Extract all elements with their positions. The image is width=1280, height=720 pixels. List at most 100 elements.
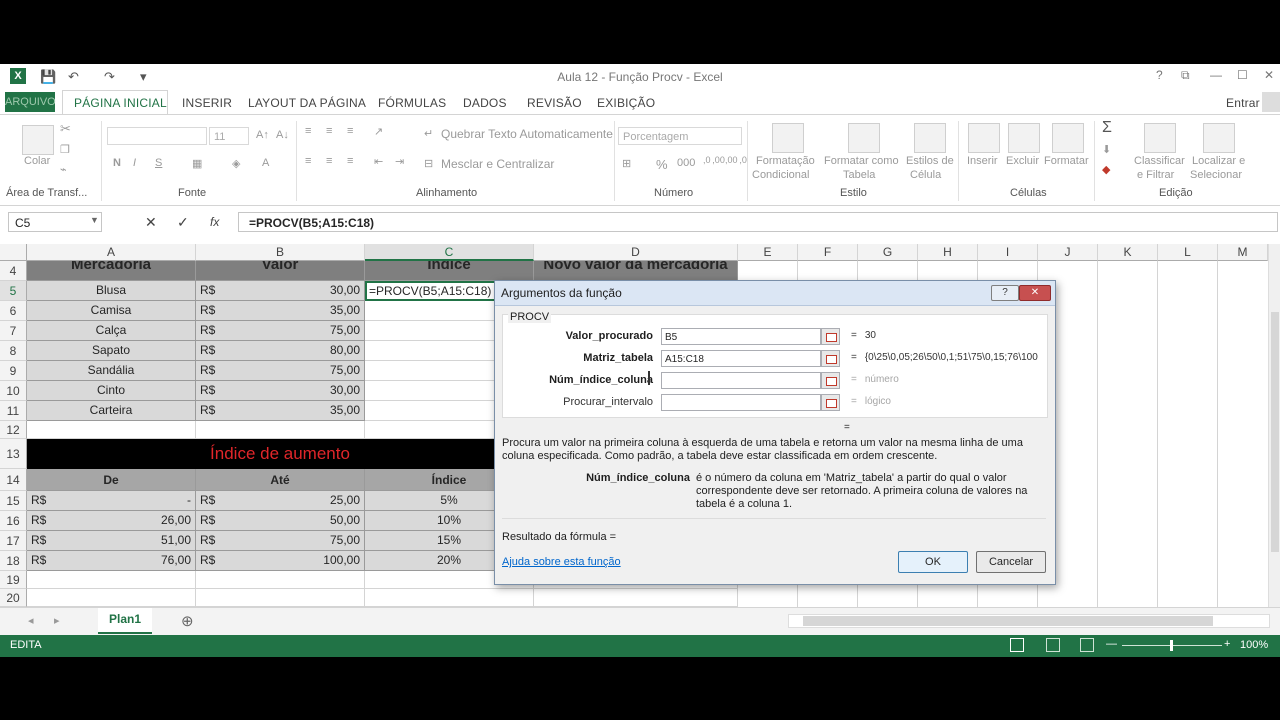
product-name-cell[interactable]: Blusa: [27, 281, 196, 301]
collapse-dialog-icon[interactable]: [821, 328, 840, 345]
maximize-button[interactable]: ☐: [1237, 68, 1248, 82]
product-currency-cell[interactable]: R$: [196, 301, 236, 321]
to-currency-cell[interactable]: R$: [196, 551, 236, 571]
borders-icon[interactable]: ▦: [192, 157, 202, 170]
copy-icon[interactable]: ❐: [60, 143, 70, 156]
from-currency-cell[interactable]: R$: [27, 531, 67, 551]
paste-icon[interactable]: [22, 125, 54, 155]
row-header-4[interactable]: 4: [0, 261, 27, 281]
clear-icon[interactable]: ◆: [1102, 163, 1110, 176]
product-name-cell[interactable]: Sapato: [27, 341, 196, 361]
empty-cell[interactable]: [534, 589, 738, 607]
conditional-format-icon[interactable]: [772, 123, 804, 153]
merge-center-icon[interactable]: ⊟: [424, 157, 433, 170]
align-right-icon[interactable]: ≡: [347, 155, 353, 167]
header-ate[interactable]: Até: [196, 469, 365, 491]
product-currency-cell[interactable]: R$: [196, 281, 236, 301]
to-value-cell[interactable]: 25,00: [236, 491, 365, 511]
cut-icon[interactable]: ✂: [60, 121, 71, 137]
product-value-cell[interactable]: 75,00: [236, 321, 365, 341]
header-novo-valor[interactable]: Novo valor da mercadoria: [534, 261, 738, 281]
column-header-h[interactable]: H: [918, 244, 978, 261]
close-button[interactable]: ✕: [1264, 68, 1274, 82]
row-header-18[interactable]: 18: [0, 551, 27, 571]
row-header-13[interactable]: 13: [0, 439, 27, 469]
page-layout-view-icon[interactable]: [1046, 638, 1060, 652]
sort-filter-line2[interactable]: e Filtrar: [1137, 169, 1174, 181]
format-table-icon[interactable]: [848, 123, 880, 153]
thousands-button[interactable]: 000: [677, 157, 695, 169]
from-currency-cell[interactable]: R$: [27, 491, 67, 511]
font-name-combo[interactable]: [107, 127, 207, 145]
ribbon-display-icon[interactable]: ⧉: [1181, 68, 1190, 83]
zoom-in-icon[interactable]: +: [1224, 638, 1230, 650]
format-table-line2[interactable]: Tabela: [843, 169, 875, 181]
arg-input-procurar-intervalo[interactable]: [661, 394, 821, 411]
collapse-dialog-icon[interactable]: [821, 372, 840, 389]
column-header-e[interactable]: E: [738, 244, 798, 261]
tab-data[interactable]: DADOS: [463, 96, 507, 110]
tab-formulas[interactable]: FÓRMULAS: [378, 96, 446, 110]
help-icon[interactable]: ?: [1156, 68, 1163, 82]
row-header-6[interactable]: 6: [0, 301, 27, 321]
header-de[interactable]: De: [27, 469, 196, 491]
column-header-g[interactable]: G: [858, 244, 918, 261]
product-name-cell[interactable]: Camisa: [27, 301, 196, 321]
vertical-scrollbar[interactable]: [1268, 244, 1280, 607]
sign-in-link[interactable]: Entrar: [1226, 96, 1260, 110]
empty-cell[interactable]: [365, 589, 534, 607]
increase-table-title[interactable]: Índice de aumento: [27, 439, 534, 469]
product-index-cell[interactable]: [365, 341, 496, 361]
merge-center-button[interactable]: Mesclar e Centralizar: [441, 157, 554, 171]
cell-styles-line2[interactable]: Célula: [910, 169, 941, 181]
tab-file[interactable]: ARQUIVO: [5, 92, 56, 112]
header-mercadoria[interactable]: Mercadoria: [27, 261, 196, 281]
dialog-title-bar[interactable]: Argumentos da função ? ✕: [495, 281, 1055, 306]
from-currency-cell[interactable]: R$: [27, 511, 67, 531]
tab-page-layout[interactable]: LAYOUT DA PÁGINA: [248, 96, 366, 110]
name-box-dropdown-icon[interactable]: ▼: [90, 215, 99, 225]
minimize-button[interactable]: —: [1210, 68, 1222, 82]
column-header-j[interactable]: J: [1038, 244, 1098, 261]
align-bottom-icon[interactable]: ≡: [347, 125, 353, 137]
header-indice[interactable]: Índice: [365, 261, 534, 281]
column-header-a[interactable]: A: [27, 244, 196, 261]
prev-sheet-icon[interactable]: ◂: [28, 614, 34, 627]
formula-input[interactable]: =PROCV(B5;A15:C18): [238, 212, 1278, 232]
cancel-button[interactable]: Cancelar: [976, 551, 1046, 573]
conditional-format-line1[interactable]: Formatação: [756, 155, 815, 167]
product-name-cell[interactable]: Cinto: [27, 381, 196, 401]
fill-icon[interactable]: ⬇: [1102, 143, 1111, 156]
percent-button[interactable]: %: [656, 157, 668, 172]
insert-cells-button[interactable]: Inserir: [967, 155, 998, 167]
sheet-tab-plan1[interactable]: Plan1: [98, 608, 152, 634]
font-size-combo[interactable]: 11: [209, 127, 249, 145]
to-value-cell[interactable]: 50,00: [236, 511, 365, 531]
tab-insert[interactable]: INSERIR: [182, 96, 232, 110]
ok-button[interactable]: OK: [898, 551, 968, 573]
tab-home[interactable]: PÁGINA INICIAL: [74, 96, 167, 110]
empty-cell[interactable]: [196, 421, 365, 439]
orientation-icon[interactable]: ↗: [374, 125, 383, 138]
product-currency-cell[interactable]: R$: [196, 401, 236, 421]
row-header-15[interactable]: 15: [0, 491, 27, 511]
outdent-icon[interactable]: ⇥: [395, 155, 404, 168]
product-name-cell[interactable]: Sandália: [27, 361, 196, 381]
column-header-k[interactable]: K: [1098, 244, 1158, 261]
align-middle-icon[interactable]: ≡: [326, 125, 332, 137]
row-header-9[interactable]: 9: [0, 361, 27, 381]
column-header-l[interactable]: L: [1158, 244, 1218, 261]
collapse-dialog-icon[interactable]: [821, 350, 840, 367]
from-currency-cell[interactable]: R$: [27, 551, 67, 571]
tab-view[interactable]: EXIBIÇÃO: [597, 96, 655, 110]
sort-filter-line1[interactable]: Classificar: [1134, 155, 1185, 167]
empty-cell[interactable]: [27, 421, 196, 439]
wrap-text-button[interactable]: Quebrar Texto Automaticamente: [441, 127, 613, 141]
cancel-formula-icon[interactable]: ✕: [145, 214, 157, 231]
shrink-font-icon[interactable]: A↓: [276, 129, 289, 141]
paste-button[interactable]: Colar: [24, 155, 50, 167]
arg-input-valor-procurado[interactable]: B5: [661, 328, 821, 345]
cell-styles-line1[interactable]: Estilos de: [906, 155, 954, 167]
product-value-cell[interactable]: 35,00: [236, 301, 365, 321]
align-center-icon[interactable]: ≡: [326, 155, 332, 167]
